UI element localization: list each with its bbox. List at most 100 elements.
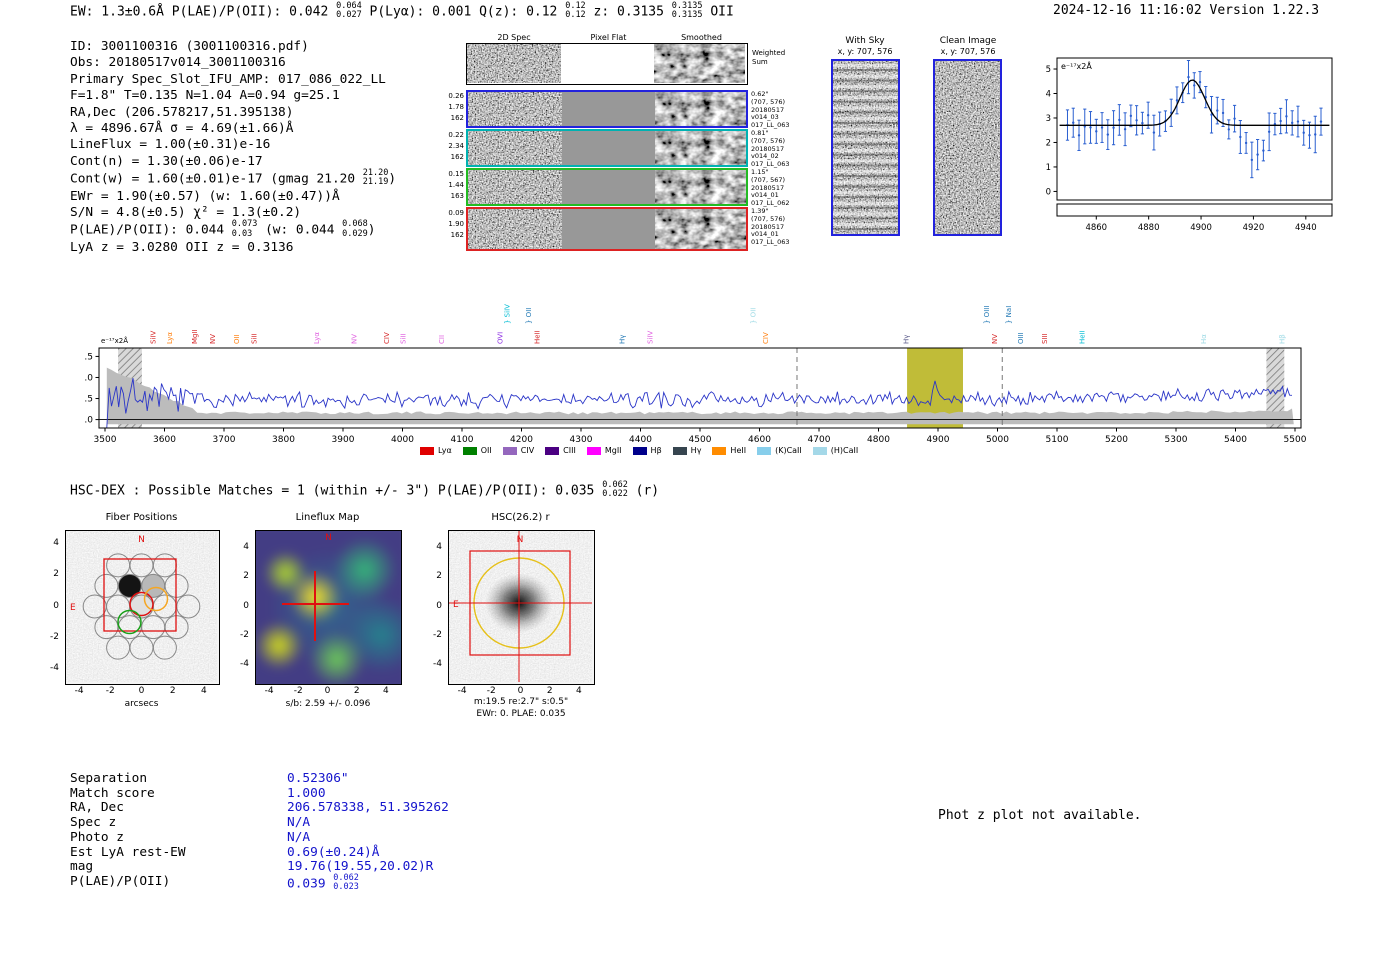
- catalog-match-table: Separation 0.52306" Match score 1.000 RA, De…: [70, 771, 449, 893]
- weighted-sum-label-line1: Weighted: [752, 49, 786, 57]
- spec2d-row: 0.09 1.90 162 1.39" (707, 576) 20180517 v014_0…: [444, 207, 790, 251]
- emission-line-legend: Lyα OII CIV CIII MgII Hβ Hγ HeII (K)CaII (H)CaII: [420, 446, 858, 455]
- text-segment: Primary Spec_Slot_IFU_AMP: 017_086_022_L…: [70, 71, 386, 87]
- line-fit-plot: 4860 4880 4900 4920 4940 0 1 2 3 4 5 e⁻¹⁷x2Å: [1046, 57, 1333, 233]
- inset-y-tick: 4: [1046, 90, 1051, 100]
- cutout-x-tick: 0: [517, 686, 524, 696]
- text-segment: 1.000: [287, 785, 326, 801]
- legend-label: Hβ: [650, 446, 662, 455]
- spectrum-x-tick: 4200: [510, 435, 533, 445]
- match-table-row: Photo z N/A: [70, 829, 449, 846]
- line-fit-plot-container: 4860 4880 4900 4920 4940 0 1 2 3 4 5 e⁻¹⁷x2Å: [1035, 50, 1340, 239]
- cutout-x-tick: -2: [105, 686, 115, 696]
- spectrum-x-tick: 5200: [1105, 435, 1128, 445]
- emission-line-label: Hα: [1200, 334, 1208, 344]
- cutout-y-tick: -2: [433, 629, 442, 640]
- text-segment: OII: [702, 4, 734, 20]
- hsc-image: NE: [449, 531, 592, 682]
- emission-line-label: SIII: [1041, 333, 1049, 344]
- spectrum-x-tick: 4500: [689, 435, 712, 445]
- hsc-caption-1: m:19.5 re:2.7" s:0.5": [473, 697, 569, 707]
- noise-image: [467, 44, 561, 83]
- cutout-y-tick: -2: [240, 629, 249, 640]
- full-spectrum-plot: 3500 3600 3700 3800 3900 4000 4100 4200 4300 4400…: [79, 304, 1307, 445]
- emission-line-label: OII: [233, 334, 241, 344]
- text-segment: 19.76(19.55,20.02)R: [287, 859, 434, 875]
- north-indicator: N: [138, 535, 145, 545]
- inset-residual-strip: [1056, 203, 1333, 217]
- emission-line-label: NV: [351, 334, 359, 344]
- spec2d-image-strip: [466, 90, 748, 128]
- emission-line-label: SiII: [400, 333, 408, 344]
- match-table-row: RA, Dec 206.578338, 51.395262: [70, 801, 449, 816]
- fiber-circle: [117, 573, 142, 598]
- match-table-label: Separation: [70, 771, 148, 786]
- legend-item: CIV: [502, 446, 534, 455]
- text-segment: N/A: [287, 829, 311, 845]
- match-table-label: P(LAE)/P(OII): [70, 873, 171, 889]
- cutout-y-tick: -4: [433, 658, 442, 669]
- full-spectrum-container: 3500 3600 3700 3800 3900 4000 4100 4200 4300 4400…: [79, 290, 1315, 469]
- legend-swatch: [812, 446, 827, 455]
- spectrum-x-tick: 4900: [927, 435, 950, 445]
- legend-swatch: [502, 446, 517, 455]
- col-header-pixelflat: Pixel Flat: [590, 33, 627, 42]
- row-info-labels: 0.81" (707, 576) 20180517 v014_02 017_LL_063: [748, 129, 790, 168]
- cutout-y-tick: 0: [436, 600, 442, 611]
- spectrum-y-tick: 7.5: [85, 352, 93, 362]
- cutout-x-tick: 4: [201, 686, 207, 696]
- cutout-x-tick: 2: [546, 686, 553, 696]
- legend-label: (H)CaII: [830, 446, 859, 455]
- cutout-y-tick: -4: [50, 662, 59, 673]
- with-sky-image: [831, 59, 900, 236]
- legend-item: (K)CaII: [757, 446, 802, 455]
- row-info-line: 017_LL_063: [751, 238, 790, 247]
- scale-value: 0.22: [448, 131, 464, 139]
- text-segment: LineFlux = 1.00(±0.31)e-16: [70, 137, 271, 153]
- emission-line-label: HeII: [533, 330, 541, 344]
- inset-x-tick: 4940: [1295, 223, 1317, 233]
- emission-line-label: SiIV: [646, 331, 654, 344]
- text-segment: RA,Dec (206.578217,51.395138): [70, 104, 294, 120]
- pixel-flat-cell: [562, 170, 655, 204]
- text-segment: (r): [627, 483, 660, 499]
- spectrum-x-tick: 5000: [986, 435, 1009, 445]
- scale-value: 1.44: [448, 180, 464, 189]
- spectrum-y-tick: 2.5: [85, 395, 93, 405]
- emission-line-label: SiII: [251, 333, 259, 344]
- legend-item: (H)CaII: [812, 446, 859, 455]
- with-sky-coords: x, y: 707, 576: [837, 47, 893, 56]
- emission-line-label: Hγ: [902, 335, 910, 344]
- detection-info-block: ID: 3001100316 (3001100316.pdf) Obs: 2018…: [70, 39, 396, 256]
- legend-swatch: [757, 446, 772, 455]
- text-segment: z: 0.3135: [585, 4, 672, 20]
- cutout-y-tick: 2: [53, 569, 59, 580]
- match-table-row: Match score 1.000: [70, 785, 449, 802]
- legend-swatch: [586, 446, 601, 455]
- spectrum-x-tick: 4700: [808, 435, 831, 445]
- legend-label: CIII: [563, 446, 576, 455]
- match-table-row: Est LyA rest-EW 0.69(±0.24)Å: [70, 845, 449, 861]
- text-segment: λ = 4896.67Å σ = 4.69(±1.66)Å: [70, 121, 294, 137]
- stacked-value: 0.062 0.022: [602, 480, 628, 499]
- inset-x-tick: 4920: [1243, 223, 1265, 233]
- crosshair-vertical: [314, 570, 316, 642]
- stacked-value: 0.073 0.03: [232, 220, 258, 239]
- text-segment: Cont(w) = 1.60(±0.01)e-17 (gmag 21.20: [70, 171, 363, 187]
- stacked-value: 0.068 0.029: [342, 220, 368, 239]
- clean-image-title: Clean Image: [939, 36, 997, 46]
- info-line: F=1.8" T=0.135 N=1.04 A=0.94 g=25.1: [70, 88, 396, 104]
- east-indicator: E: [70, 603, 76, 613]
- spectrum-x-tick: 4000: [391, 435, 414, 445]
- info-line: ID: 3001100316 (3001100316.pdf): [70, 39, 396, 55]
- spectrum-x-tick: 3500: [94, 435, 117, 445]
- text-segment: 0.039: [287, 876, 334, 892]
- noise-image: [468, 131, 562, 165]
- date-version: 2024-12-16 11:16:02 Version 1.22.3: [1053, 3, 1320, 18]
- info-line: LyA z = 3.0280 OII z = 0.3136: [70, 240, 396, 256]
- spectrum-x-tick: 4600: [748, 435, 771, 445]
- emission-line-label: Hγ: [618, 335, 626, 344]
- info-line: P(LAE)/P(OII): 0.044 0.073 0.03 (w: 0.044…: [70, 220, 396, 239]
- cutout-x-tick: -2: [293, 686, 303, 696]
- match-table-row: mag 19.76(19.55,20.02)R: [70, 859, 449, 875]
